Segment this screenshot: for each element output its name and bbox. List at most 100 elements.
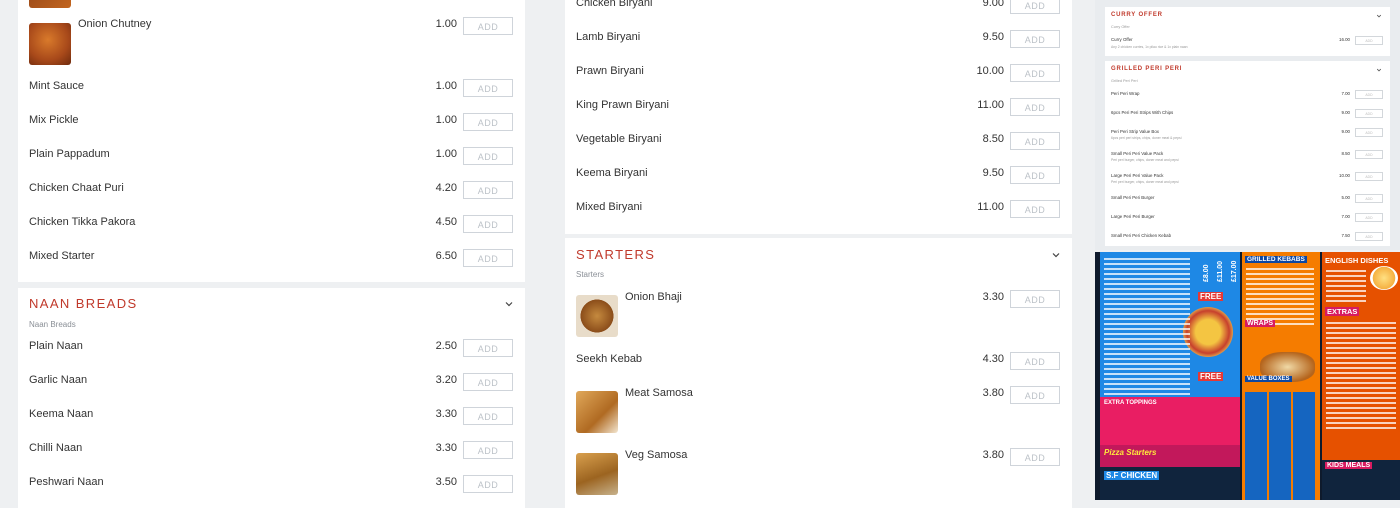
menu-item-price: 16.00	[1339, 37, 1350, 42]
poster-col-kebabs: GRILLED KEBABS WRAPS VALUE BOXES	[1242, 252, 1320, 500]
menu-item-price: 3.80	[982, 449, 1004, 461]
menu-item-name: Vegetable Biryani	[576, 133, 662, 145]
menu-item-price: 1.00	[435, 18, 457, 30]
menu-item-row: Onion Bhaji 3.30 ADD	[0, 290, 1072, 313]
pizza-image	[1183, 307, 1233, 357]
poster-toppings-block: EXTRA TOPPINGS	[1100, 397, 1240, 445]
chevron-down-icon[interactable]	[1051, 250, 1061, 260]
add-button[interactable]: ADD	[463, 249, 513, 267]
poster-col-english: ENGLISH DISHES EXTRAS KIDS MEALS	[1322, 252, 1400, 500]
add-button[interactable]: ADD	[1010, 448, 1060, 466]
add-button[interactable]: ADD	[1355, 232, 1383, 241]
menu-item-desc: 6pcs peri peri strips, chips, doner meat…	[1111, 136, 1182, 140]
add-button[interactable]: ADD	[1355, 213, 1383, 222]
menu-item-row: Prawn Biryani 10.00 ADD	[0, 64, 1072, 87]
section-subtitle: Naan Breads	[29, 320, 76, 329]
menu-item-desc: Any 2 chicken curries, 1x pilau rice & 1…	[1111, 45, 1188, 49]
add-button[interactable]: ADD	[1010, 0, 1060, 14]
poster-free-badge: FREE	[1198, 372, 1224, 381]
menu-item-price: 3.50	[435, 476, 457, 488]
menu-item-row: Meat Samosa 3.80 ADD	[0, 386, 1072, 409]
poster-price-2: £11.00	[1217, 260, 1224, 282]
menu-item-price: 9.50	[982, 31, 1004, 43]
menu-item-name: Peri Peri Wrap	[1111, 91, 1140, 96]
poster-free-badge: FREE	[1198, 292, 1224, 301]
menu-preview-thumbnail: Curry Offer Curry Offer Curry Offer Any …	[1095, 0, 1400, 250]
add-button[interactable]: ADD	[1010, 132, 1060, 150]
menu-item-price: 3.20	[435, 374, 457, 386]
menu-item-price: 7.00	[1341, 91, 1350, 96]
english-dish-image	[1370, 266, 1398, 290]
grilled-peri-card: Grilled Peri Peri Grilled Peri Peri Peri…	[1105, 61, 1390, 246]
section-title: Starters	[576, 247, 656, 262]
menu-item-price: 9.00	[982, 0, 1004, 9]
add-button[interactable]: ADD	[1355, 172, 1383, 181]
poster-col-pizza: £8.00 £11.00 £17.00 FREE FREE EXTRA TOPP…	[1100, 252, 1240, 500]
menu-item-price: 9.00	[1341, 129, 1350, 134]
section-subtitle: Starters	[576, 270, 605, 279]
menu-item-name: Onion Chutney	[78, 18, 152, 30]
poster-heading: KIDS MEALS	[1325, 462, 1373, 469]
menu-item-price: 3.80	[982, 387, 1004, 399]
menu-item-price: 11.00	[977, 99, 1004, 111]
section-subtitle: Curry Offer	[1111, 25, 1130, 29]
menu-item-name: Small Peri Peri Chicken Kebab	[1111, 233, 1172, 238]
menu-item-price: 4.30	[982, 353, 1004, 365]
menu-item-price: 8.50	[982, 133, 1004, 145]
menu-item-name: Small Peri Peri Value Pack	[1111, 151, 1164, 156]
menu-item-name: Peshwari Naan	[29, 476, 104, 488]
menu-item-row: Mixed Biryani 11.00 ADD	[0, 200, 1072, 223]
menu-item-row: Lamb Biryani 9.50 ADD	[0, 30, 1072, 53]
poster-heading: EXTRA TOPPINGS	[1104, 400, 1157, 406]
chevron-down-icon[interactable]	[1376, 13, 1382, 19]
menu-item-name: Large Peri Peri Burger	[1111, 214, 1155, 219]
add-button[interactable]: ADD	[1010, 352, 1060, 370]
add-button[interactable]: ADD	[1010, 64, 1060, 82]
add-button[interactable]: ADD	[463, 475, 513, 493]
menu-item-row: King Prawn Biryani 11.00 ADD	[0, 98, 1072, 121]
add-button[interactable]: ADD	[1355, 90, 1383, 99]
menu-item-name: 6pcs Peri Peri Strips With Chips	[1111, 110, 1174, 115]
menu-item-name: Veg Samosa	[625, 449, 688, 461]
add-button[interactable]: ADD	[1355, 194, 1383, 203]
add-button[interactable]: ADD	[1355, 128, 1383, 137]
menu-item-name: Keema Naan	[29, 408, 94, 420]
menu-item-price: 9.00	[1341, 110, 1350, 115]
menu-item-name: Mixed Biryani	[576, 201, 643, 213]
add-button[interactable]: ADD	[1355, 109, 1383, 118]
section-title: Curry Offer	[1111, 12, 1163, 18]
poster-text-lines	[1246, 268, 1314, 328]
add-button[interactable]: ADD	[1010, 166, 1060, 184]
menu-item-row: Mixed Starter 6.50 ADD	[0, 249, 525, 272]
menu-item-name: Lamb Biryani	[576, 31, 641, 43]
poster-chicken-block: S.F CHICKEN	[1100, 467, 1240, 500]
chevron-down-icon[interactable]	[1376, 67, 1382, 73]
poster-heading: ENGLISH DISHES	[1325, 256, 1389, 265]
add-button[interactable]: ADD	[1010, 386, 1060, 404]
poster-heading: Pizza Starters	[1104, 448, 1157, 457]
poster-heading: GRILLED KEBABS	[1245, 256, 1307, 263]
menu-item-name: King Prawn Biryani	[576, 99, 669, 111]
poster-heading: WRAPS	[1245, 320, 1276, 327]
add-button[interactable]: ADD	[463, 407, 513, 425]
add-button[interactable]: ADD	[1355, 150, 1383, 159]
menu-item-name: Plain Naan	[29, 340, 83, 352]
menu-item-row: Chicken Biryani 9.00 ADD	[0, 0, 1072, 19]
poster-price-1: £8.00	[1203, 264, 1210, 282]
menu-item-name: Mixed Starter	[29, 250, 95, 262]
poster-value-boxes	[1245, 392, 1317, 500]
menu-item-name: Meat Samosa	[625, 387, 693, 399]
menu-item-desc: Peri peri burger, chips, doner meat and …	[1111, 158, 1179, 162]
add-button[interactable]: ADD	[1010, 200, 1060, 218]
poster-text-lines	[1104, 258, 1190, 398]
menu-item-name: Onion Bhaji	[625, 291, 682, 303]
menu-item-price: 11.00	[977, 201, 1004, 213]
add-button[interactable]: ADD	[1355, 36, 1383, 45]
add-button[interactable]: ADD	[1010, 290, 1060, 308]
add-button[interactable]: ADD	[1010, 98, 1060, 116]
poster-starters-block: Pizza Starters	[1100, 445, 1240, 467]
menu-item-name: Curry Offer	[1111, 37, 1133, 42]
add-button[interactable]: ADD	[1010, 30, 1060, 48]
menu-item-price: 2.50	[435, 340, 457, 352]
menu-item-price: 8.50	[1341, 151, 1350, 156]
